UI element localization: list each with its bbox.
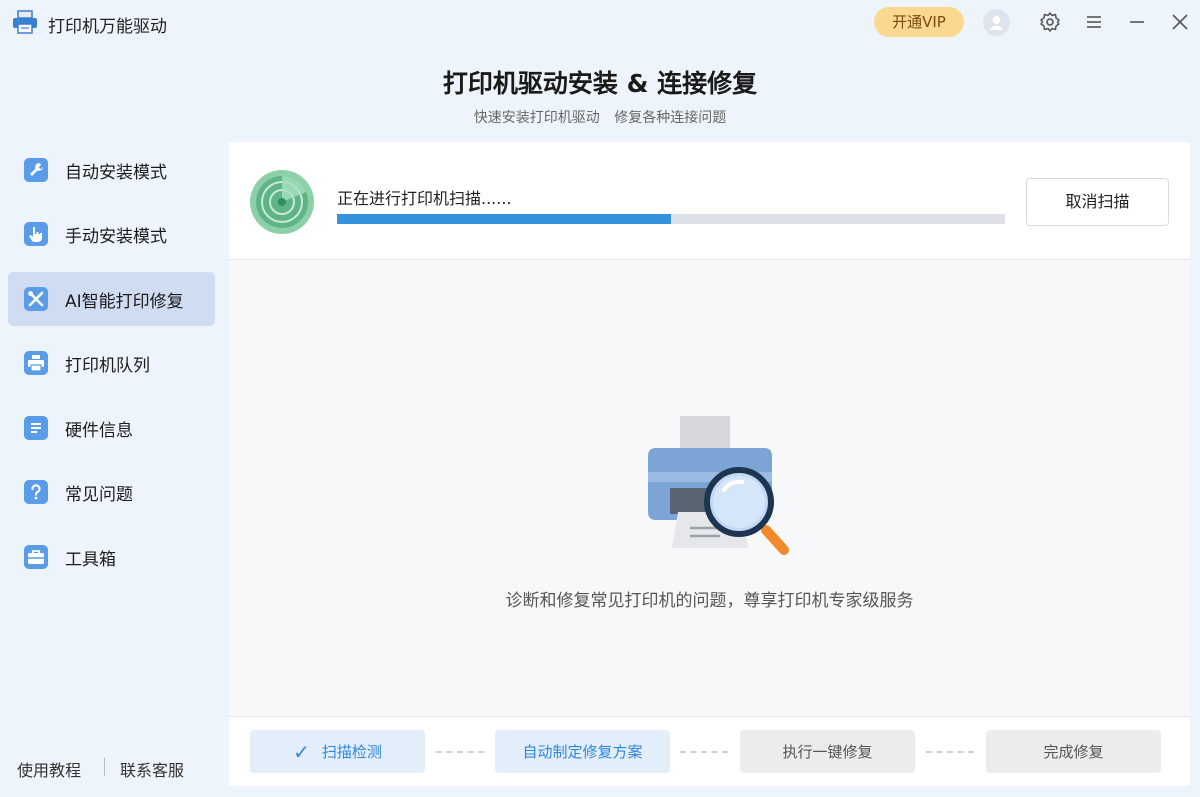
page-title: 打印机驱动安装 & 连接修复 <box>442 69 758 98</box>
sidebar-item-label: 自动安装模式 <box>65 162 167 183</box>
step-label: 自动制定修复方案 <box>522 743 643 761</box>
question-icon <box>24 480 48 504</box>
step-label: 扫描检测 <box>321 743 382 761</box>
scan-status-text: 正在进行打印机扫描...... <box>337 189 512 208</box>
sidebar-item-label: 工具箱 <box>65 549 116 570</box>
hand-pointer-icon <box>24 222 48 246</box>
printer-logo-icon <box>13 10 37 34</box>
step-label: 完成修复 <box>1043 743 1104 761</box>
toolbox-icon <box>24 545 48 569</box>
app-title: 打印机万能驱动 <box>48 17 167 37</box>
step-connector <box>436 751 484 753</box>
scan-panel: 正在进行打印机扫描...... 取消扫描 <box>229 142 1190 260</box>
title-bar: 打印机万能驱动 开通VIP <box>0 0 1200 44</box>
sidebar-item-ai-repair[interactable]: AI智能打印修复 <box>8 272 215 326</box>
scan-progress-fill <box>337 214 671 224</box>
contact-support-link[interactable]: 联系客服 <box>120 757 184 781</box>
step-complete-repair: 完成修复 <box>986 730 1161 773</box>
sidebar-item-hardware-info[interactable]: 硬件信息 <box>8 401 215 455</box>
minimize-icon[interactable] <box>1126 11 1148 33</box>
document-icon <box>24 416 48 440</box>
radar-scan-icon <box>250 170 314 234</box>
description-text: 诊断和修复常见打印机的问题，尊享打印机专家级服务 <box>505 591 914 611</box>
content-panel: 正在进行打印机扫描...... 取消扫描 诊断和修复常见打印机的问题，尊享打印机… <box>229 142 1190 786</box>
sidebar-item-label: 硬件信息 <box>65 420 133 441</box>
step-scan-detect: ✓ 扫描检测 <box>250 730 425 773</box>
printer-magnifier-illustration <box>648 416 789 555</box>
wrench-icon <box>24 158 48 182</box>
sidebar-item-label: 打印机队列 <box>65 355 150 376</box>
tools-icon <box>24 287 48 311</box>
close-icon[interactable] <box>1169 11 1191 33</box>
user-avatar-button[interactable] <box>983 9 1010 36</box>
step-connector <box>680 751 728 753</box>
checkmark-icon: ✓ <box>293 739 310 764</box>
step-connector <box>926 751 974 753</box>
scan-progress-bar <box>337 214 1005 224</box>
cancel-scan-button[interactable]: 取消扫描 <box>1026 178 1169 226</box>
sidebar-item-label: 常见问题 <box>65 484 133 505</box>
step-one-click-repair: 执行一键修复 <box>740 730 915 773</box>
user-icon <box>989 16 1004 30</box>
sidebar-item-label: AI智能打印修复 <box>65 291 184 312</box>
sidebar-item-printer-queue[interactable]: 打印机队列 <box>8 336 215 390</box>
sidebar-item-faq[interactable]: 常见问题 <box>8 465 215 519</box>
settings-gear-icon[interactable] <box>1039 11 1061 33</box>
step-auto-plan: 自动制定修复方案 <box>495 730 670 773</box>
sidebar-item-toolbox[interactable]: 工具箱 <box>8 530 215 584</box>
page-subtitle: 快速安装打印机驱动 修复各种连接问题 <box>473 110 727 126</box>
step-label: 执行一键修复 <box>782 743 873 761</box>
repair-steps-bar: ✓ 扫描检测 自动制定修复方案 执行一键修复 完成修复 <box>229 716 1190 786</box>
sidebar-item-auto-install[interactable]: 自动安装模式 <box>8 143 215 197</box>
sidebar-item-manual-install[interactable]: 手动安装模式 <box>8 207 215 261</box>
vip-button[interactable]: 开通VIP <box>874 7 964 37</box>
divider <box>104 758 105 776</box>
menu-icon[interactable] <box>1083 11 1105 33</box>
tutorial-link[interactable]: 使用教程 <box>17 757 81 781</box>
sidebar-item-label: 手动安装模式 <box>65 226 167 247</box>
printer-icon <box>24 351 48 375</box>
